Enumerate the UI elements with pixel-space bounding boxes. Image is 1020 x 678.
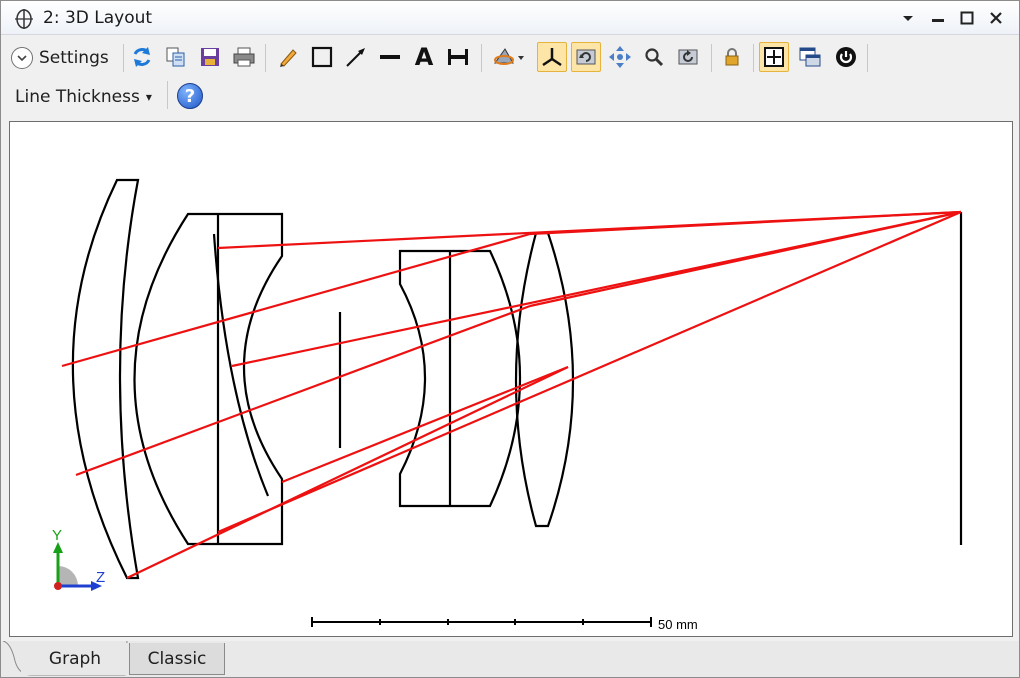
rotate-view-icon[interactable]: [489, 42, 529, 72]
layout-drawing: 50 mm Y Z: [52, 178, 963, 632]
chevron-down-icon: [11, 47, 33, 69]
toolbar-divider: [711, 44, 712, 72]
layout-window: 2: 3D Layout Settings A Line Thickness ▾…: [0, 0, 1020, 678]
zoom-icon[interactable]: [639, 42, 669, 72]
ray-3: [529, 210, 962, 236]
toolbar-divider: [481, 44, 482, 72]
refresh-icon[interactable]: [127, 42, 157, 72]
settings-label: Settings: [39, 48, 109, 68]
main-toolbar: Settings A: [1, 39, 1019, 77]
settings-button[interactable]: Settings: [11, 45, 109, 71]
toolbar-divider: [265, 44, 266, 72]
secondary-toolbar: Line Thickness ▾ ?: [1, 79, 1019, 115]
lens-element-1: [71, 178, 140, 580]
axes-icon[interactable]: [537, 42, 567, 72]
pan-icon[interactable]: [605, 42, 635, 72]
minimize-icon[interactable]: [929, 9, 947, 27]
close-icon[interactable]: [987, 9, 1005, 27]
pencil-icon[interactable]: [273, 42, 303, 72]
dimension-icon[interactable]: [443, 42, 473, 72]
window-title: 2: 3D Layout: [43, 8, 153, 28]
line-thickness-dropdown[interactable]: Line Thickness ▾: [15, 85, 152, 109]
text-icon[interactable]: A: [409, 42, 439, 72]
scale-bar-label: 50 mm: [658, 617, 698, 632]
help-icon[interactable]: ?: [177, 83, 203, 109]
chevron-down-icon: ▾: [145, 90, 152, 104]
text-icon-glyph: A: [414, 43, 434, 71]
window-layout-icon[interactable]: [759, 42, 789, 72]
ray-5: [75, 304, 531, 477]
lens-element-3: [398, 249, 521, 508]
lock-icon[interactable]: [717, 42, 747, 72]
toolbar-divider: [753, 44, 754, 72]
ray-6: [529, 210, 962, 308]
view-tabs: Graph Classic: [1, 641, 1019, 677]
ray-8: [126, 366, 569, 579]
reset-view-icon[interactable]: [673, 42, 703, 72]
arrow-icon[interactable]: [341, 42, 371, 72]
auto-rotate-icon[interactable]: [571, 42, 601, 72]
window-menu-dropdown-icon[interactable]: [899, 9, 917, 27]
y-axis-label: Y: [52, 527, 62, 544]
toolbar-divider: [867, 44, 868, 72]
toolbar-divider: [123, 44, 124, 72]
tab-classic[interactable]: Classic: [129, 643, 225, 675]
line-icon[interactable]: [375, 42, 405, 72]
tab-graph[interactable]: Graph: [21, 643, 129, 675]
toolbar-divider: [167, 81, 168, 109]
lens-window-icon: [13, 8, 35, 30]
power-icon[interactable]: [831, 42, 861, 72]
maximize-icon[interactable]: [958, 9, 976, 27]
ray-7: [217, 210, 962, 534]
z-axis-label: Z: [96, 569, 105, 586]
lens-element-4: [514, 231, 575, 528]
window-float-icon[interactable]: [795, 42, 825, 72]
axis-triad: Y Z: [52, 527, 105, 591]
ray-traces: [61, 210, 962, 579]
layout-canvas[interactable]: 50 mm Y Z: [9, 121, 1013, 637]
title-bar: 2: 3D Layout: [1, 1, 1019, 35]
copy-icon[interactable]: [161, 42, 191, 72]
lens-element-2: [133, 212, 284, 546]
print-icon[interactable]: [229, 42, 259, 72]
ray-2: [61, 232, 531, 368]
save-icon[interactable]: [195, 42, 225, 72]
rectangle-icon[interactable]: [307, 42, 337, 72]
scale-bar: 50 mm: [311, 617, 698, 632]
line-thickness-label: Line Thickness: [15, 87, 140, 107]
